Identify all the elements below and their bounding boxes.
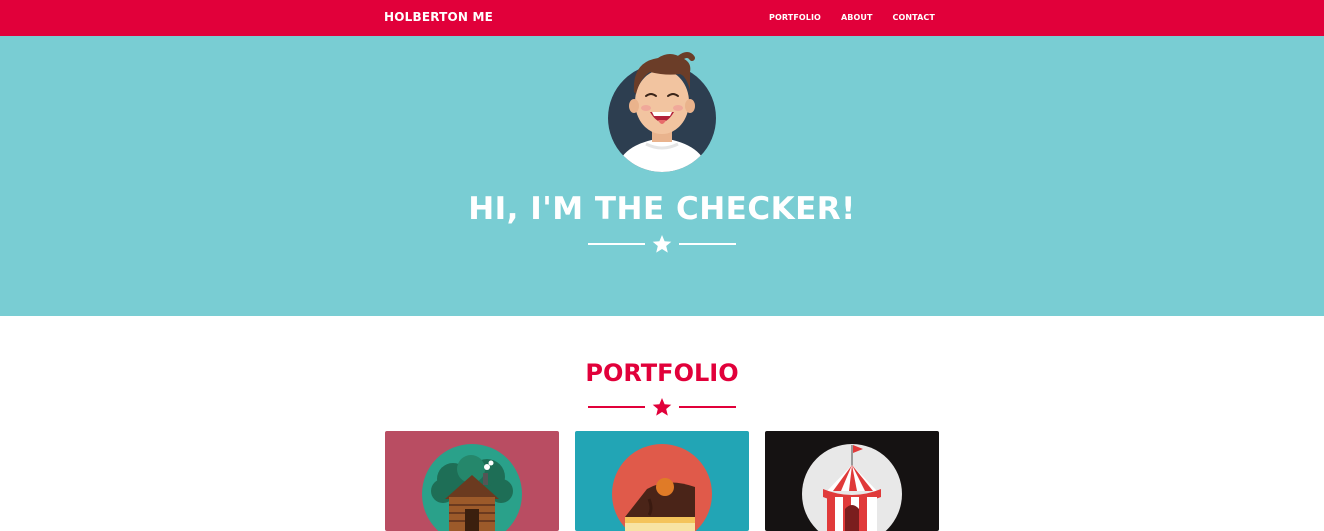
star-icon xyxy=(652,398,672,416)
circus-tent-icon xyxy=(802,444,902,531)
nav-link-portfolio[interactable]: PORTFOLIO xyxy=(769,13,821,22)
portfolio-item-circus[interactable] xyxy=(765,431,939,531)
navbar: HOLBERTON ME PORTFOLIO ABOUT CONTACT xyxy=(0,0,1324,36)
log-cabin-icon xyxy=(422,444,522,531)
portfolio-star-divider xyxy=(588,398,736,416)
nav-link-contact[interactable]: CONTACT xyxy=(893,13,935,22)
brand-link[interactable]: HOLBERTON ME xyxy=(384,10,493,24)
nav-links: PORTFOLIO ABOUT CONTACT xyxy=(769,13,935,22)
portfolio-title: PORTFOLIO xyxy=(585,359,739,387)
nav-link-about[interactable]: ABOUT xyxy=(841,13,873,22)
cake-slice-icon xyxy=(612,444,712,531)
hero-title: HI, I'M THE CHECKER! xyxy=(468,191,856,227)
portfolio-item-cake[interactable] xyxy=(575,431,749,531)
portfolio-item-cabin[interactable] xyxy=(385,431,559,531)
avatar xyxy=(606,46,718,172)
hero-section: HI, I'M THE CHECKER! xyxy=(0,36,1324,316)
hero-star-divider xyxy=(588,235,736,253)
star-icon xyxy=(652,235,672,253)
